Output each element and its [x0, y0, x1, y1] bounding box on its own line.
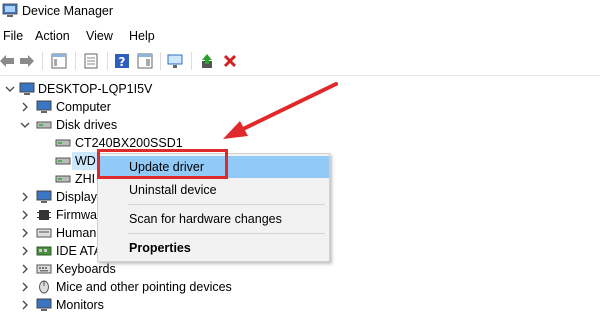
annotation-arrow-icon	[223, 82, 338, 139]
